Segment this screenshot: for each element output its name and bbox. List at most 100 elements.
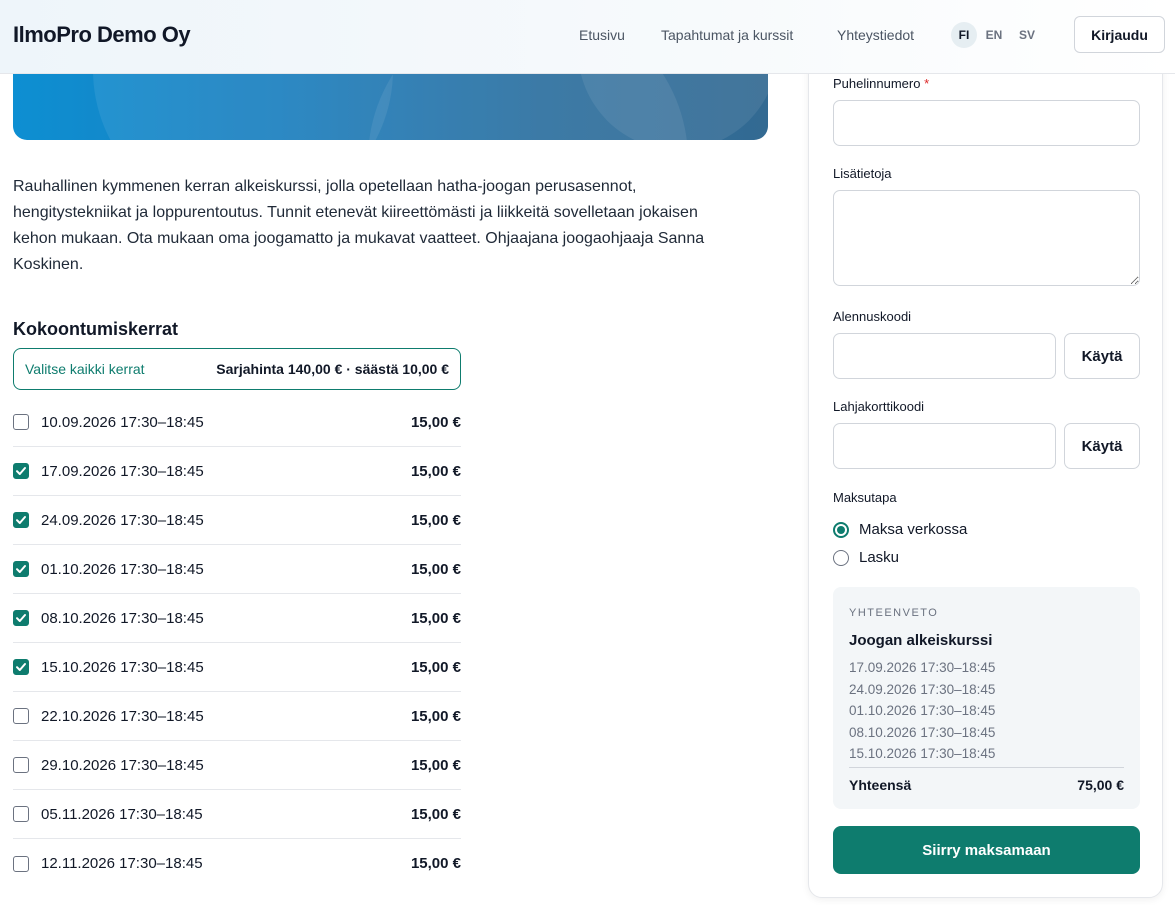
session-price: 15,00 € (410, 413, 461, 431)
summary-event-title: Joogan alkeiskurssi (849, 632, 993, 649)
session-date: 24.09.2026 17:30–18:45 (41, 511, 204, 529)
lang-fi[interactable]: FI (951, 22, 977, 48)
session-date: 29.10.2026 17:30–18:45 (41, 756, 204, 774)
check-icon (16, 467, 26, 475)
brand-logo[interactable]: IlmoPro Demo Oy (13, 22, 191, 48)
session-checkbox[interactable] (13, 561, 29, 577)
select-all-label: Valitse kaikki kerrat (25, 361, 145, 377)
session-row[interactable]: 10.09.2026 17:30–18:45 15,00 € (13, 398, 461, 447)
session-checkbox[interactable] (13, 610, 29, 626)
session-price: 15,00 € (410, 560, 461, 578)
session-checkbox[interactable] (13, 806, 29, 822)
session-row[interactable]: 17.09.2026 17:30–18:45 15,00 € (13, 447, 461, 496)
payment-method-label: Maksutapa (833, 490, 897, 505)
series-price: Sarjahinta 140,00 € · säästä 10,00 € (216, 361, 449, 377)
payment-option-invoice-label: Lasku (859, 549, 900, 566)
notes-textarea[interactable] (833, 190, 1140, 286)
session-price: 15,00 € (410, 707, 461, 725)
radio-online[interactable] (833, 521, 849, 538)
session-checkbox[interactable] (13, 708, 29, 724)
session-price: 15,00 € (410, 756, 461, 774)
session-left: 12.11.2026 17:30–18:45 (13, 855, 203, 872)
required-mark: * (924, 76, 930, 91)
session-checkbox[interactable] (13, 855, 29, 872)
order-summary: YHTEENVETO Joogan alkeiskurssi 17.09.202… (833, 587, 1140, 809)
summary-item: 24.09.2026 17:30–18:45 (849, 681, 996, 697)
session-price: 15,00 € (410, 511, 461, 529)
apply-discount-button[interactable]: Käytä (1064, 333, 1140, 379)
session-date: 05.11.2026 17:30–18:45 (41, 805, 203, 823)
check-icon (16, 565, 26, 573)
session-checkbox[interactable] (13, 659, 29, 675)
session-checkbox[interactable] (13, 757, 29, 773)
session-row[interactable]: 22.10.2026 17:30–18:45 15,00 € (13, 692, 461, 741)
session-checkbox[interactable] (13, 414, 29, 430)
session-left: 01.10.2026 17:30–18:45 (13, 561, 204, 578)
session-row[interactable]: 05.11.2026 17:30–18:45 15,00 € (13, 790, 461, 839)
session-left: 05.11.2026 17:30–18:45 (13, 806, 203, 823)
check-icon (16, 663, 26, 671)
session-date: 22.10.2026 17:30–18:45 (41, 707, 204, 725)
check-icon (16, 516, 26, 524)
session-date: 01.10.2026 17:30–18:45 (41, 560, 204, 578)
sessions-list: 10.09.2026 17:30–18:45 15,00 €17.09.2026 … (13, 398, 461, 888)
summary-total-value: 75,00 € (1077, 777, 1124, 793)
session-left: 24.09.2026 17:30–18:45 (13, 512, 204, 529)
proceed-to-payment-button[interactable]: Siirry maksamaan (833, 826, 1140, 874)
payment-option-online-label: Maksa verkossa (859, 521, 968, 538)
session-left: 08.10.2026 17:30–18:45 (13, 610, 204, 627)
session-price: 15,00 € (410, 805, 461, 823)
discount-label: Alennuskoodi (833, 309, 912, 324)
event-description: Rauhallinen kymmenen kerran alkeiskurssi… (13, 178, 705, 273)
summary-total-label: Yhteensä (849, 777, 912, 793)
session-left: 22.10.2026 17:30–18:45 (13, 708, 204, 725)
session-date: 15.10.2026 17:30–18:45 (41, 658, 204, 676)
session-left: 15.10.2026 17:30–18:45 (13, 659, 204, 676)
summary-items: 17.09.2026 17:30–18:45 24.09.2026 17:30–1… (849, 657, 995, 765)
nav-home[interactable]: Etusivu (579, 27, 625, 43)
session-row[interactable]: 01.10.2026 17:30–18:45 15,00 € (13, 545, 461, 594)
lang-en[interactable]: EN (981, 22, 1007, 48)
session-checkbox[interactable] (13, 512, 29, 528)
radio-invoice[interactable] (833, 549, 849, 566)
nav-contact[interactable]: Yhteystiedot (837, 27, 914, 43)
session-left: 17.09.2026 17:30–18:45 (13, 463, 204, 480)
session-price: 15,00 € (410, 855, 461, 872)
payment-option-online[interactable]: Maksa verkossa (833, 521, 967, 538)
login-button[interactable]: Kirjaudu (1074, 16, 1165, 53)
session-left: 29.10.2026 17:30–18:45 (13, 757, 204, 774)
giftcard-label: Lahjakorttikoodi (833, 399, 925, 414)
payment-option-invoice[interactable]: Lasku (833, 549, 899, 566)
session-row[interactable]: 29.10.2026 17:30–18:45 15,00 € (13, 741, 461, 790)
session-left: 10.09.2026 17:30–18:45 (13, 414, 204, 431)
giftcard-code-input[interactable] (833, 423, 1056, 469)
summary-item: 08.10.2026 17:30–18:45 (849, 724, 996, 740)
summary-item: 17.09.2026 17:30–18:45 (849, 660, 996, 675)
summary-heading: YHTEENVETO (849, 607, 939, 619)
session-price: 15,00 € (410, 658, 461, 676)
summary-item: 15.10.2026 17:30–18:45 (849, 746, 996, 761)
lang-sv[interactable]: SV (1014, 22, 1040, 48)
session-date: 17.09.2026 17:30–18:45 (41, 462, 204, 480)
sessions-title: Kokoontumiskerrat (13, 319, 179, 339)
phone-input[interactable] (833, 100, 1140, 146)
check-icon (16, 614, 26, 622)
summary-item: 01.10.2026 17:30–18:45 (849, 703, 996, 718)
summary-divider (849, 767, 1124, 768)
session-row[interactable]: 12.11.2026 17:30–18:45 15,00 € (13, 839, 461, 888)
select-all-sessions-button[interactable]: Valitse kaikki kerrat Sarjahinta 140,00 … (13, 348, 461, 390)
session-date: 12.11.2026 17:30–18:45 (41, 855, 203, 872)
nav-events[interactable]: Tapahtumat ja kurssit (661, 27, 793, 43)
session-date: 10.09.2026 17:30–18:45 (41, 413, 204, 431)
session-checkbox[interactable] (13, 463, 29, 479)
apply-giftcard-button[interactable]: Käytä (1064, 423, 1140, 469)
session-row[interactable]: 15.10.2026 17:30–18:45 15,00 € (13, 643, 461, 692)
session-row[interactable]: 08.10.2026 17:30–18:45 15,00 € (13, 594, 461, 643)
site-header: IlmoPro Demo Oy Etusivu Tapahtumat ja ku… (0, 0, 1175, 74)
session-row[interactable]: 24.09.2026 17:30–18:45 15,00 € (13, 496, 461, 545)
session-date: 08.10.2026 17:30–18:45 (41, 609, 204, 627)
notes-label: Lisätietoja (833, 166, 892, 181)
session-price: 15,00 € (410, 462, 461, 480)
discount-code-input[interactable] (833, 333, 1056, 379)
phone-label: Puhelinnumero * (833, 76, 930, 91)
